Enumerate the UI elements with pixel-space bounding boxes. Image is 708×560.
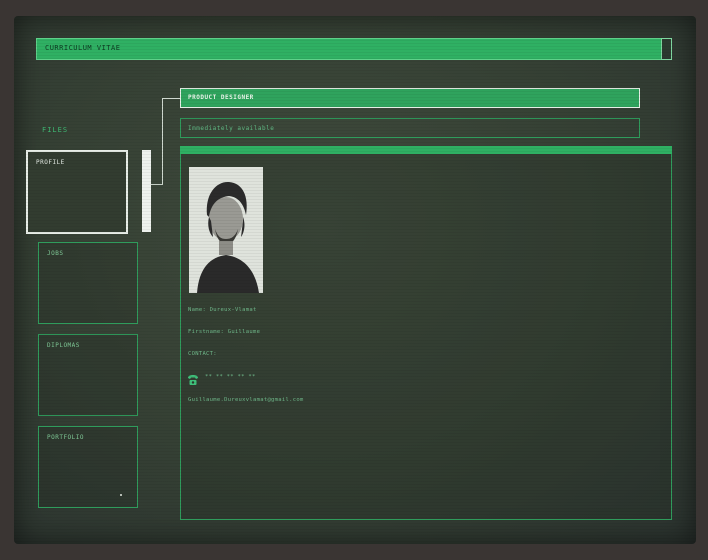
- window-control-button[interactable]: [661, 38, 672, 60]
- sidebar-item-profile[interactable]: PROFILE: [26, 150, 128, 234]
- job-title-bar: PRODUCT DESIGNER: [180, 88, 640, 108]
- sidebar-item-portfolio[interactable]: PORTFOLIO: [38, 426, 138, 508]
- telephone-icon: [187, 371, 199, 385]
- profile-photo: [189, 167, 263, 293]
- active-item-indicator: [142, 150, 151, 232]
- portrait-image: [189, 167, 263, 293]
- sidebar-item-jobs[interactable]: JOBS: [38, 242, 138, 324]
- availability-box: Immediately available: [180, 118, 640, 138]
- panel-header-bar: [180, 146, 672, 154]
- sidebar-item-label: DIPLOMAS: [47, 342, 80, 349]
- connector-line: [162, 98, 180, 99]
- sidebar-item-diplomas[interactable]: DIPLOMAS: [38, 334, 138, 416]
- firstname-field: Firstname: Guillaume: [188, 329, 261, 335]
- availability-text: Immediately available: [188, 125, 275, 132]
- contact-label: CONTACT:: [188, 351, 217, 357]
- email-link[interactable]: Guillaume.Dureuxvlamat@gmail.com: [188, 397, 304, 403]
- sidebar-item-label: PORTFOLIO: [47, 434, 85, 441]
- window-title-bar: CURRICULUM VITAE: [36, 38, 672, 60]
- job-title: PRODUCT DESIGNER: [188, 94, 254, 101]
- sidebar-heading: FILES: [42, 126, 69, 134]
- phone-number: ** ** ** ** **: [205, 374, 256, 380]
- name-field: Name: Dureux-Vlamat: [188, 307, 257, 313]
- profile-panel: Name: Dureux-Vlamat Firstname: Guillaume…: [180, 146, 672, 520]
- mouse-cursor: [120, 494, 122, 496]
- monitor-screen: CURRICULUM VITAE FILES PROFILE JOBS DIPL…: [14, 16, 696, 544]
- connector-line: [162, 98, 163, 185]
- sidebar-item-label: PROFILE: [36, 159, 65, 166]
- window-title: CURRICULUM VITAE: [45, 44, 121, 52]
- sidebar-item-label: JOBS: [47, 250, 64, 257]
